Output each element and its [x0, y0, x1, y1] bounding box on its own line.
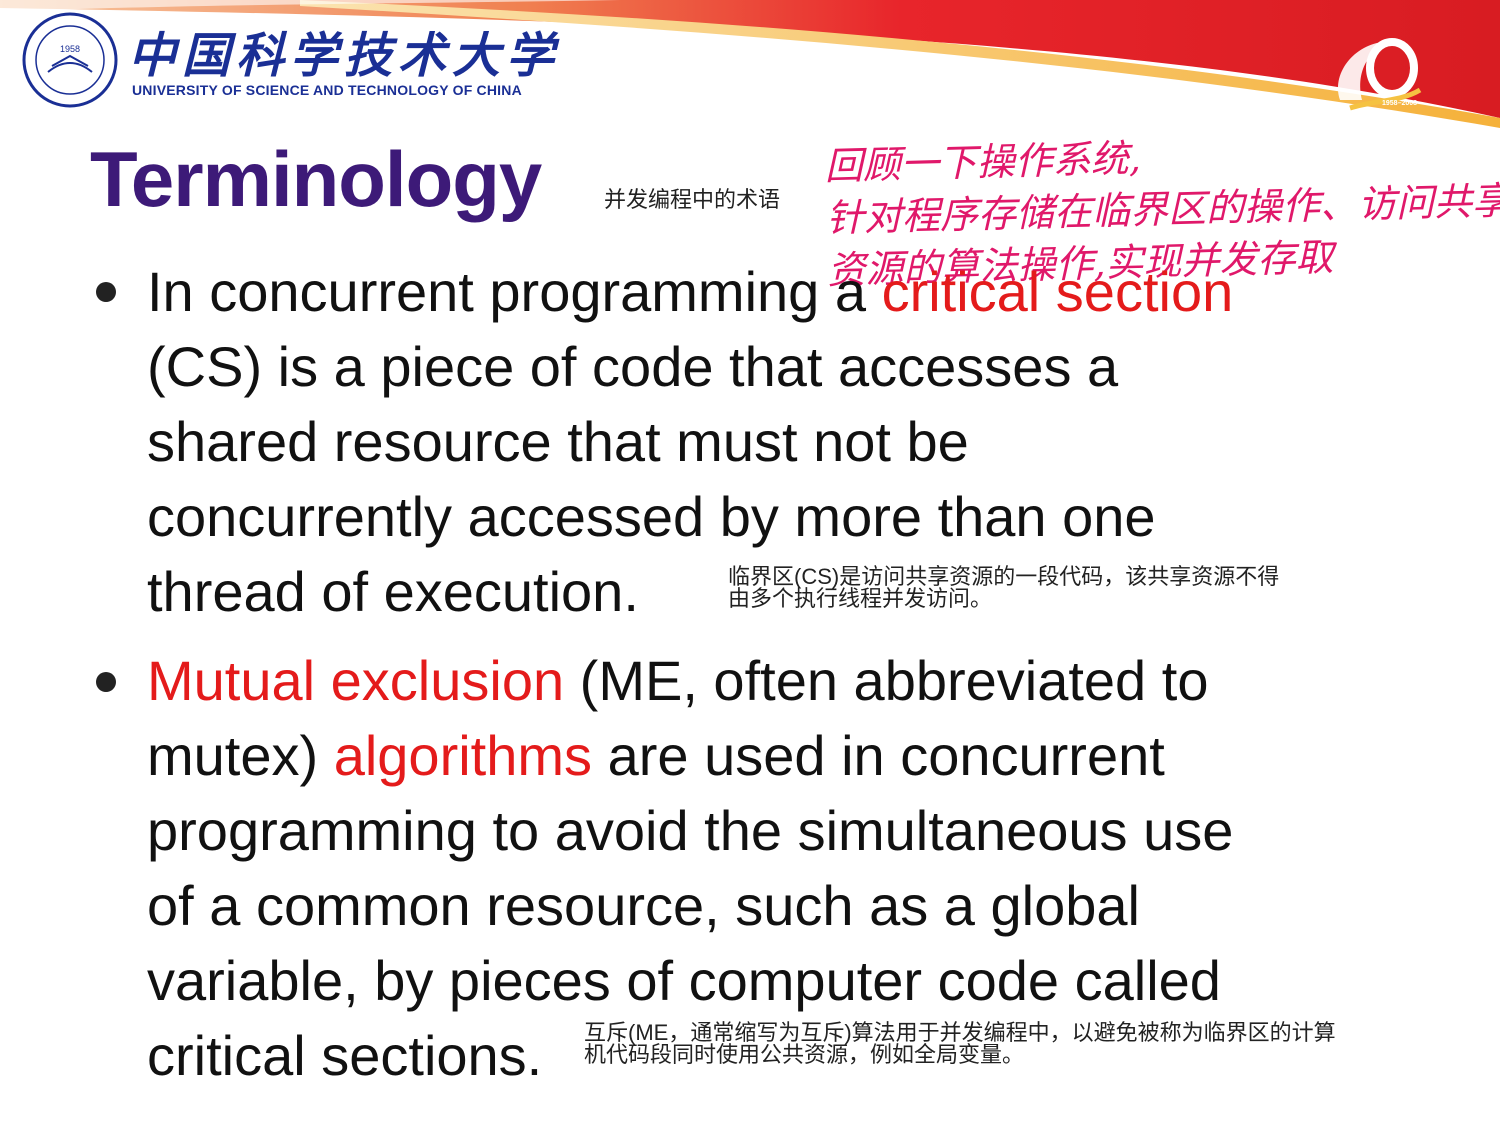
bullet-line: Mutual exclusion (ME, often abbreviated …	[147, 649, 1209, 712]
bullet-line: mutex) algorithms are used in concurrent	[147, 724, 1165, 787]
bullet-line: In concurrent programming a critical sec…	[147, 260, 1234, 323]
slide-title: Terminology	[90, 135, 542, 223]
translation-note-1: 临界区(CS)是访问共享资源的一段代码，该共享资源不得 由多个执行线程并发访问。	[728, 564, 1280, 611]
bullet-line: of a common resource, such as a global	[147, 874, 1140, 937]
bullet-line: (CS) is a piece of code that accesses a	[147, 335, 1119, 398]
bullet-marker	[96, 672, 116, 692]
bullet-marker	[96, 282, 116, 302]
term-algorithms: algorithms	[333, 724, 593, 787]
title-annotation: 并发编程中的术语	[604, 187, 781, 212]
bullet-line: variable, by pieces of computer code cal…	[147, 949, 1221, 1012]
university-name-chinese: 中国科学技术大学	[128, 28, 561, 84]
seal-year: 1958	[60, 44, 80, 54]
slide: 1958 中国科学技术大学 UNIVERSITY OF SCIENCE AND …	[0, 0, 1500, 1125]
university-name-english: UNIVERSITY OF SCIENCE AND TECHNOLOGY OF …	[132, 82, 522, 98]
bullet-line: shared resource that must not be	[147, 410, 969, 473]
bullet-line: concurrently accessed by more than one	[147, 485, 1156, 548]
term-critical-section: critical section	[881, 260, 1234, 323]
university-seal-icon: 1958	[22, 12, 118, 108]
anniversary-years: 1958–2008	[1382, 100, 1418, 107]
translation-note-2: 互斥(ME，通常缩写为互斥)算法用于并发编程中，以避免被称为临界区的计算 机代码…	[584, 1020, 1336, 1067]
term-mutual-exclusion: Mutual exclusion	[147, 649, 565, 712]
bullet-line: programming to avoid the simultaneous us…	[147, 799, 1234, 862]
